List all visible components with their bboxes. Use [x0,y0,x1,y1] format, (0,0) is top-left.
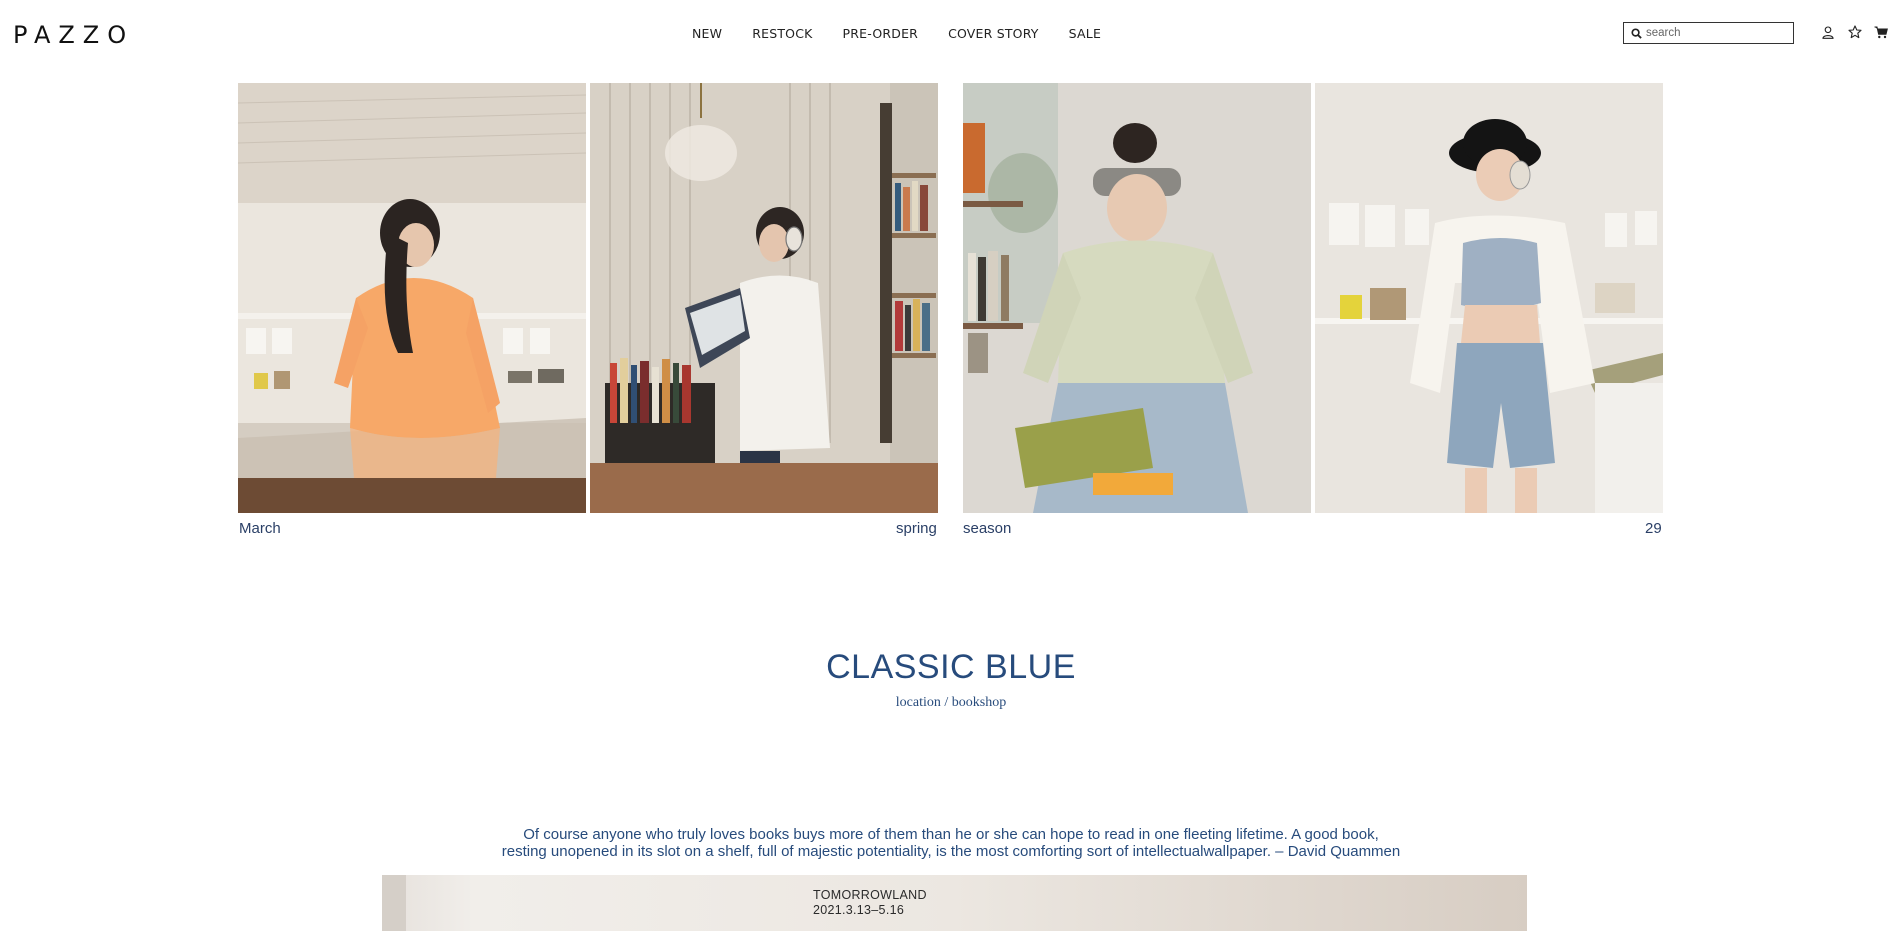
lookbook-photo-3[interactable] [963,83,1311,513]
story-subtitle: location / bookshop [895,695,1007,710]
user-icon[interactable] [1820,24,1836,40]
nav-sale[interactable]: SALE [1069,26,1101,42]
caption-march: March [239,520,281,537]
caption-spring: spring [896,520,937,537]
nav-pre-order[interactable]: PRE-ORDER [843,26,919,42]
tomorrowland-banner[interactable]: TOMORROWLAND 2021.3.13–5.16 [382,875,1527,931]
quote-line-1: Of course anyone who truly loves books b… [523,826,1379,843]
nav-restock[interactable]: RESTOCK [752,26,812,42]
nav-cover-story[interactable]: COVER STORY [948,26,1039,42]
lookbook-photo-2[interactable] [590,83,938,513]
lookbook-photo-1[interactable] [238,83,586,513]
star-icon[interactable] [1847,24,1863,40]
lookbook-photo-4[interactable] [1315,83,1663,513]
banner-text: TOMORROWLAND 2021.3.13–5.16 [813,888,927,918]
search-input[interactable] [1644,27,1786,39]
quote-line-2: resting unopened in its slot on a shelf,… [501,843,1401,860]
caption-date: 29 [1645,520,1662,537]
nav-new[interactable]: NEW [692,26,722,42]
story-title: CLASSIC BLUE [826,648,1076,686]
caption-season: season [963,520,1012,537]
search-box[interactable] [1623,22,1794,44]
cart-icon[interactable] [1873,24,1889,40]
site-header: PAZZO NEW RESTOCK PRE-ORDER COVER STORY … [0,0,1902,68]
main-nav: NEW RESTOCK PRE-ORDER COVER STORY SALE [692,26,1131,42]
banner-title: TOMORROWLAND [813,888,927,902]
search-icon[interactable] [1628,25,1644,41]
brand-logo[interactable]: PAZZO [13,20,134,50]
story-quote: Of course anyone who truly loves books b… [0,826,1902,860]
banner-dates: 2021.3.13–5.16 [813,903,905,917]
